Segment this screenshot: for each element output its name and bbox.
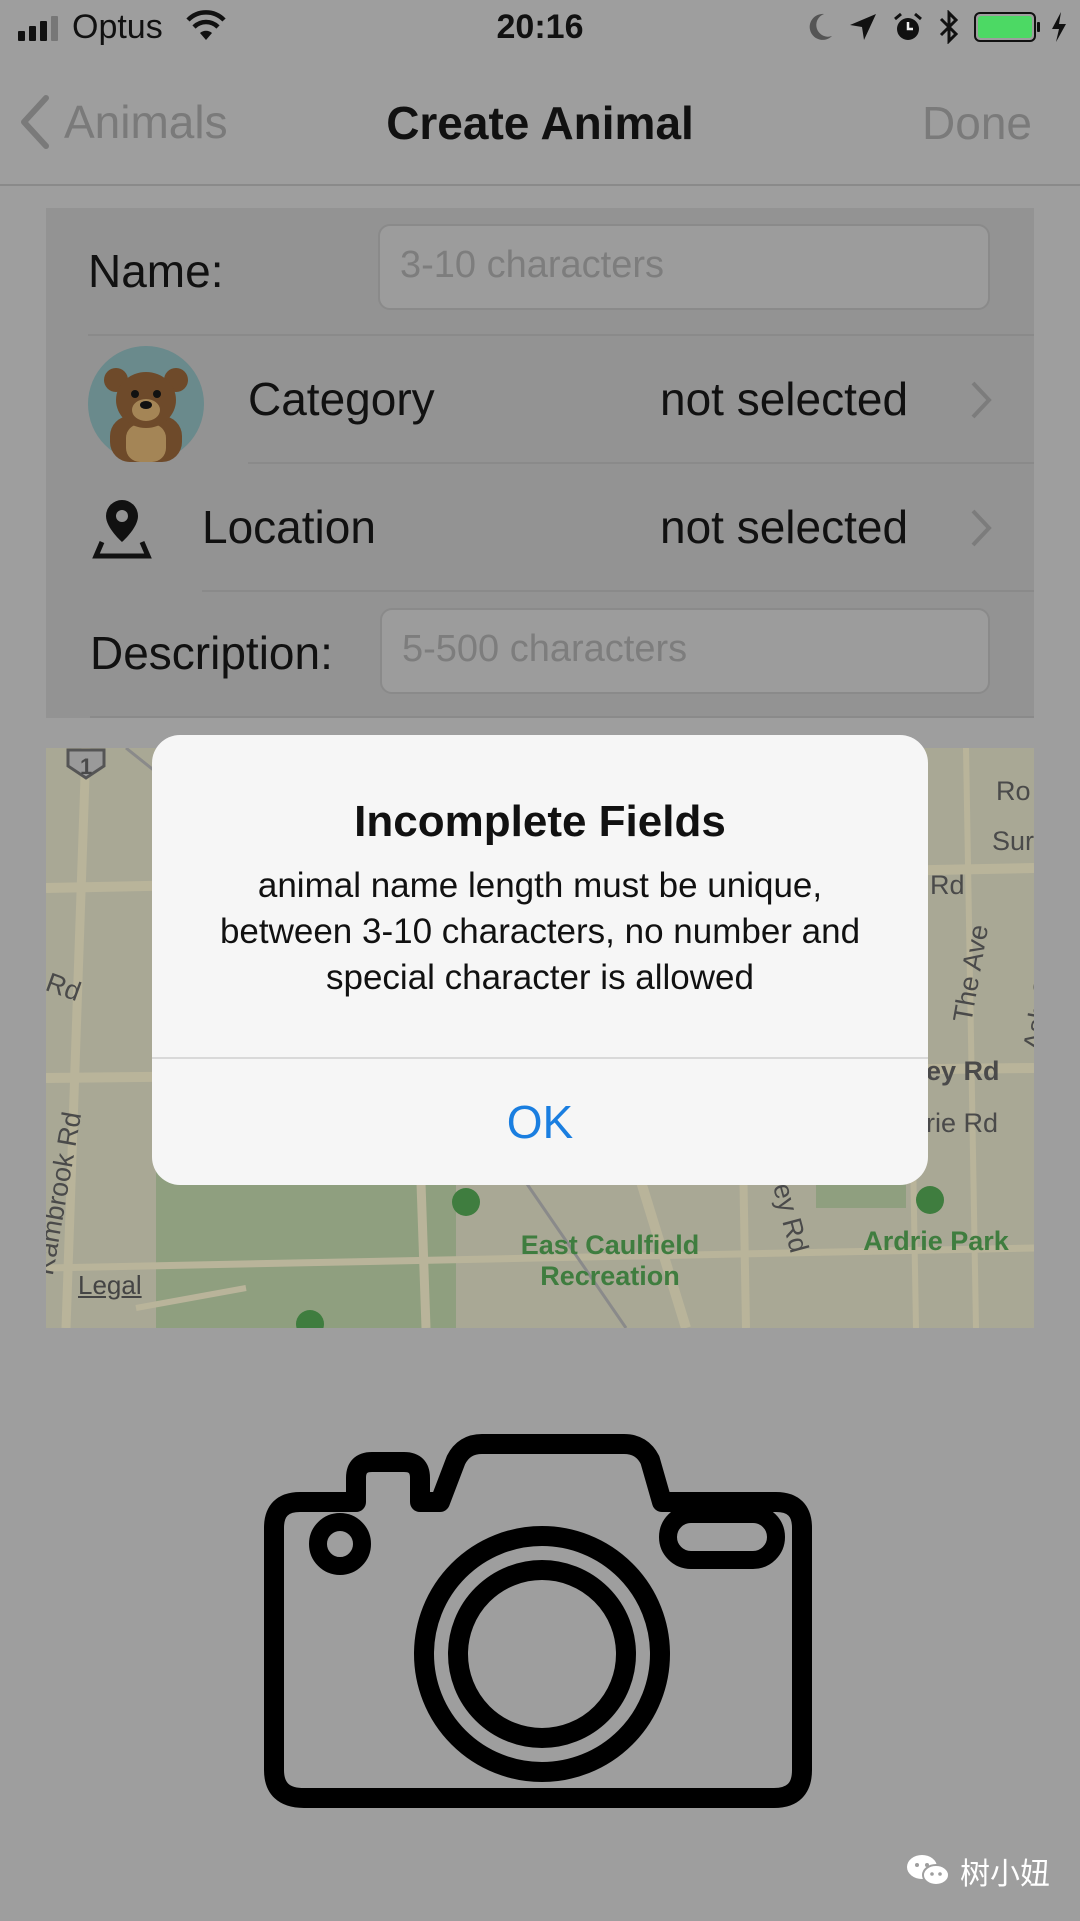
moon-icon bbox=[809, 13, 832, 40]
map-label: rie Rd bbox=[926, 1108, 999, 1138]
screen: Optus 20:16 Animals Create Animal Done N… bbox=[0, 0, 1080, 1921]
wechat-icon bbox=[907, 1855, 950, 1886]
chevron-right-icon bbox=[971, 509, 992, 547]
name-label: Name: bbox=[88, 245, 224, 297]
page-title: Create Animal bbox=[386, 97, 694, 149]
name-field-placeholder: 3-10 characters bbox=[400, 244, 665, 286]
map-label: Rd bbox=[930, 870, 965, 900]
watermark: 树小妞 bbox=[906, 1849, 1050, 1893]
animal-form: Name: 3-10 characters Category not selec… bbox=[46, 208, 1034, 718]
map-label: Ro bbox=[996, 776, 1031, 806]
category-row[interactable]: Category not selected bbox=[46, 336, 1034, 462]
camera-icon[interactable] bbox=[260, 1420, 820, 1820]
status-bar: Optus 20:16 bbox=[0, 0, 1080, 60]
chevron-right-icon bbox=[971, 381, 992, 419]
description-field-placeholder: 5-500 characters bbox=[402, 628, 688, 670]
location-arrow-icon bbox=[850, 14, 876, 40]
ok-button[interactable]: OK bbox=[152, 1059, 928, 1185]
alarm-icon bbox=[894, 12, 922, 40]
location-row[interactable]: Location not selected bbox=[46, 464, 1034, 590]
name-field[interactable]: 3-10 characters bbox=[378, 224, 990, 310]
navigation-bar: Animals Create Animal Done bbox=[0, 60, 1080, 186]
location-pin-icon bbox=[92, 500, 152, 559]
alert-title: Incomplete Fields bbox=[354, 797, 726, 846]
watermark-text: 树小妞 bbox=[960, 1858, 1050, 1891]
location-value: not selected bbox=[660, 501, 909, 553]
bluetooth-icon bbox=[939, 10, 959, 44]
description-label: Description: bbox=[90, 627, 333, 679]
bear-avatar-icon bbox=[88, 346, 204, 462]
battery-fill bbox=[978, 16, 1032, 38]
alert-dialog: Incomplete Fields animal name length mus… bbox=[152, 735, 928, 1185]
status-right bbox=[806, 10, 1068, 44]
charging-icon bbox=[1052, 12, 1066, 42]
category-label: Category bbox=[248, 373, 435, 425]
description-field[interactable]: 5-500 characters bbox=[380, 608, 990, 694]
map-park-label: Ardrie Park bbox=[863, 1226, 1009, 1256]
battery-icon bbox=[974, 12, 1040, 42]
map-park-label: East Caulfield Recreation bbox=[520, 1230, 700, 1291]
separator bbox=[90, 716, 1034, 718]
category-value: not selected bbox=[660, 373, 909, 425]
map-label: Sur bbox=[992, 826, 1034, 856]
map-shield-label: 1 bbox=[80, 754, 93, 779]
done-button[interactable]: Done bbox=[922, 96, 1032, 150]
location-label: Location bbox=[202, 501, 376, 553]
map-label: ey Rd bbox=[926, 1056, 1000, 1086]
separator bbox=[202, 590, 1034, 592]
map-legal-link[interactable]: Legal bbox=[78, 1270, 142, 1301]
alert-message: animal name length must be unique, betwe… bbox=[219, 866, 861, 997]
